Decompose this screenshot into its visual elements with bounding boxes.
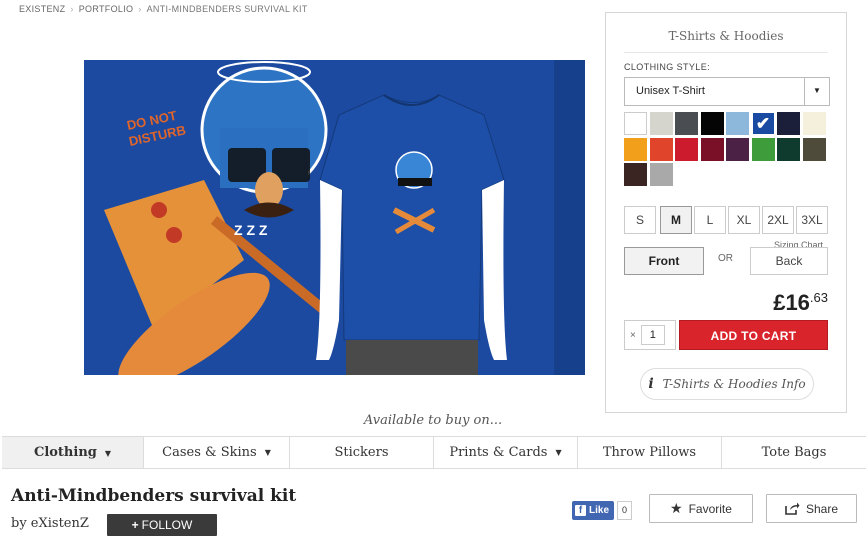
tab-label: Stickers	[334, 445, 389, 460]
back-button[interactable]: Back	[750, 247, 828, 275]
tab-clothing[interactable]: Clothing ▼	[2, 437, 144, 468]
quantity-field: ×	[624, 320, 676, 350]
checkmark-icon: ✔	[755, 114, 771, 133]
color-swatch[interactable]	[675, 137, 698, 161]
tab-label: Prints & Cards	[449, 445, 548, 460]
facebook-icon: f	[575, 505, 586, 516]
quantity-times-icon: ×	[630, 329, 636, 341]
or-label: OR	[718, 253, 733, 264]
size-option-3xl[interactable]: 3XL	[796, 206, 828, 234]
color-swatch[interactable]	[777, 137, 800, 161]
product-title: Anti-Mindbenders survival kit	[11, 486, 297, 506]
color-swatch[interactable]	[624, 137, 647, 161]
size-option-m[interactable]: M	[660, 206, 692, 234]
color-swatch[interactable]	[700, 137, 724, 161]
size-option-xl[interactable]: XL	[728, 206, 760, 234]
price-cents: .63	[809, 290, 828, 305]
color-swatch[interactable]	[624, 163, 647, 186]
product-info-label: T-Shirts & Hoodies Info	[662, 377, 806, 391]
facebook-like-label: Like	[589, 505, 610, 516]
art-text-zzz: Z Z Z	[234, 222, 268, 238]
size-option-l[interactable]: L	[694, 206, 726, 234]
share-button[interactable]: Share	[766, 494, 857, 523]
product-info-button[interactable]: i T-Shirts & Hoodies Info	[640, 368, 814, 400]
color-swatch[interactable]	[751, 137, 775, 161]
tab-label: Clothing	[33, 445, 97, 460]
purchase-panel: T-Shirts & Hoodies CLOTHING STYLE: Unise…	[605, 12, 847, 413]
add-to-cart-button[interactable]: ADD TO CART	[679, 320, 828, 350]
breadcrumb-separator: ›	[70, 4, 74, 14]
color-swatch[interactable]	[726, 137, 749, 161]
available-to-buy-label: Available to buy on...	[363, 413, 503, 428]
facebook-like[interactable]: f Like	[572, 501, 615, 520]
breadcrumb-current: ANTI-MINDBENDERS SURVIVAL KIT	[146, 4, 308, 14]
color-swatch[interactable]	[700, 112, 724, 135]
size-option-s[interactable]: S	[624, 206, 656, 234]
tab-tote-bags[interactable]: Tote Bags	[722, 437, 866, 468]
caret-down-icon: ▼	[555, 448, 562, 457]
color-swatch[interactable]	[802, 137, 826, 161]
breadcrumb: EXISTENZ › PORTFOLIO › ANTI-MINDBENDERS …	[19, 4, 308, 14]
favorite-button[interactable]: ★ Favorite	[649, 494, 753, 523]
tab-prints-cards[interactable]: Prints & Cards ▼	[434, 437, 578, 468]
front-button[interactable]: Front	[624, 247, 704, 275]
breadcrumb-portfolio-link[interactable]: PORTFOLIO	[79, 4, 134, 14]
breadcrumb-separator: ›	[138, 4, 142, 14]
size-option-2xl[interactable]: 2XL	[762, 206, 794, 234]
tab-label: Cases & Skins	[162, 445, 257, 460]
tab-cases-skins[interactable]: Cases & Skins ▼	[144, 437, 290, 468]
product-image[interactable]: DO NOT DISTURB Z Z Z	[84, 60, 585, 375]
breadcrumb-artist-link[interactable]: EXISTENZ	[19, 4, 65, 14]
chevron-down-icon: ▼	[804, 78, 829, 105]
favorite-label: Favorite	[688, 501, 732, 516]
product-category-tabs: Clothing ▼ Cases & Skins ▼ Stickers Prints & …	[2, 436, 866, 469]
product-illustration: DO NOT DISTURB Z Z Z	[84, 60, 585, 375]
caret-down-icon: ▼	[104, 447, 112, 458]
color-swatch[interactable]	[675, 112, 698, 135]
panel-title: T-Shirts & Hoodies	[624, 13, 828, 53]
quantity-input[interactable]	[640, 325, 665, 345]
share-label: Share	[805, 501, 839, 516]
color-swatch[interactable]	[777, 112, 800, 135]
color-swatch[interactable]	[726, 112, 749, 135]
color-swatch[interactable]	[649, 137, 673, 161]
color-swatch[interactable]	[649, 112, 673, 135]
clothing-style-label: CLOTHING STYLE:	[624, 62, 711, 72]
caret-down-icon: ▼	[264, 448, 271, 457]
follow-button[interactable]: + FOLLOW	[107, 514, 217, 536]
tab-throw-pillows[interactable]: Throw Pillows	[578, 437, 722, 468]
info-icon: i	[648, 376, 654, 392]
color-swatch[interactable]: ✔	[751, 112, 775, 135]
clothing-style-select[interactable]: Unisex T-Shirt ▼	[624, 77, 830, 106]
color-swatch[interactable]	[802, 112, 826, 135]
price: £16.63	[773, 290, 828, 316]
share-icon	[785, 502, 800, 515]
color-swatch[interactable]	[624, 112, 647, 135]
star-icon: ★	[670, 500, 683, 516]
tab-label: Tote Bags	[761, 445, 827, 460]
color-swatch[interactable]	[649, 163, 673, 186]
clothing-style-value: Unisex T-Shirt	[636, 85, 705, 97]
tab-label: Throw Pillows	[602, 445, 697, 460]
facebook-like-count: 0	[617, 501, 633, 520]
follow-label: FOLLOW	[141, 518, 193, 532]
artist-byline: by eXistenZ	[11, 516, 89, 531]
plus-icon: +	[131, 518, 139, 532]
facebook-like-button[interactable]: f Like 0	[572, 501, 633, 520]
tab-stickers[interactable]: Stickers	[290, 437, 434, 468]
price-main: £16	[773, 290, 810, 315]
